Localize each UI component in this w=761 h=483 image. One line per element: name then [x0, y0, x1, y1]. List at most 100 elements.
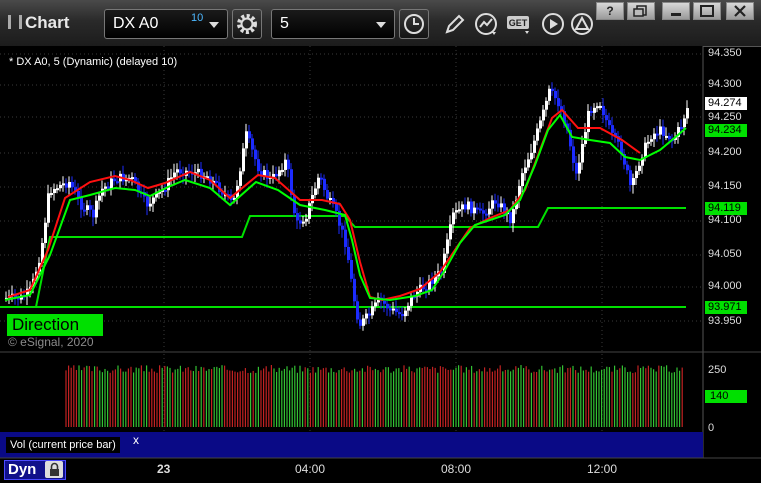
- study-label: * DX A0, 5 (Dynamic) (delayed 10): [9, 56, 178, 68]
- candle-body: [272, 173, 275, 177]
- candle-body: [548, 88, 551, 101]
- price-axis-tick: 93.950: [708, 315, 742, 327]
- candle-body: [92, 209, 95, 218]
- candle-body: [347, 246, 350, 260]
- candle-body: [62, 183, 65, 186]
- candle-body: [59, 184, 62, 189]
- candle-body: [482, 210, 485, 214]
- candle-body: [116, 181, 119, 184]
- volume-bars: [65, 365, 683, 427]
- candle-body: [329, 198, 332, 201]
- candle-body: [578, 162, 581, 174]
- candle-body: [584, 132, 587, 144]
- candle-body: [323, 178, 326, 190]
- candle-body: [653, 133, 656, 140]
- close-study-icon[interactable]: x: [133, 433, 139, 447]
- lock-icon[interactable]: [45, 461, 63, 478]
- candle-body: [536, 128, 539, 141]
- candle-body: [65, 183, 68, 188]
- candle-body: [659, 126, 662, 135]
- candle-body: [44, 222, 47, 243]
- candle-body: [179, 169, 182, 174]
- candle-body: [557, 98, 560, 107]
- time-axis-label: 23: [157, 462, 171, 476]
- price-chart[interactable]: [0, 0, 761, 481]
- price-axis-tick: 94.300: [708, 78, 742, 90]
- time-axis-label: 08:00: [441, 462, 472, 476]
- candle-body: [341, 225, 344, 230]
- candle-body: [56, 188, 59, 191]
- candle-body: [80, 196, 83, 210]
- candle-body: [365, 313, 368, 319]
- candle-body: [686, 108, 689, 119]
- candle-body: [374, 302, 377, 307]
- candle-body: [326, 189, 329, 199]
- candle-body: [68, 181, 71, 188]
- candle-body: [239, 171, 242, 186]
- candle-body: [407, 305, 410, 311]
- candle-body: [305, 218, 308, 222]
- candle-body: [302, 221, 305, 224]
- candle-body: [491, 200, 494, 209]
- price-axis-tick: 94.050: [708, 248, 742, 260]
- candle-body: [599, 105, 602, 108]
- candle-body: [173, 172, 176, 178]
- candle-body: [215, 180, 218, 183]
- candle-body: [248, 131, 251, 139]
- candle-body: [608, 120, 611, 126]
- candle-body: [308, 203, 311, 219]
- candle-body: [452, 212, 455, 225]
- volume-study-label[interactable]: Vol (current price bar): [6, 437, 120, 453]
- candle-body: [530, 152, 533, 160]
- candle-body: [320, 177, 323, 180]
- candle-body: [98, 195, 101, 201]
- candle-body: [107, 186, 110, 189]
- candle-body: [524, 167, 527, 174]
- candle-body: [77, 190, 80, 197]
- copyright-text: © eSignal, 2020: [8, 335, 94, 349]
- candle-body: [371, 306, 374, 316]
- candle-body: [242, 148, 245, 172]
- candle-body: [83, 209, 86, 212]
- candle-body: [656, 133, 659, 136]
- candle-body: [359, 319, 362, 326]
- candle-body: [554, 90, 557, 99]
- candle-body: [497, 203, 500, 208]
- candle-body: [299, 220, 302, 224]
- candle-body: [251, 138, 254, 150]
- candle-body: [404, 310, 407, 317]
- candle-body: [164, 189, 167, 192]
- candle-body: [605, 115, 608, 121]
- candle-body: [386, 303, 389, 309]
- candle-body: [476, 207, 479, 210]
- candle-body: [152, 197, 155, 204]
- candle-body: [683, 118, 686, 128]
- candle-body: [446, 239, 449, 254]
- candle-body: [593, 107, 596, 113]
- candle-body: [647, 141, 650, 144]
- fast-ma-price-tag: 94.234: [705, 124, 747, 137]
- candle-body: [368, 313, 371, 316]
- candle-body: [71, 181, 74, 188]
- candle-body: [494, 200, 497, 204]
- candle-body: [644, 142, 647, 158]
- candle-body: [89, 205, 92, 210]
- price-axis-tick: 94.350: [708, 47, 742, 59]
- candle-body: [398, 312, 401, 315]
- candle-body: [668, 135, 671, 140]
- candle-body: [257, 159, 260, 172]
- candle-body: [362, 318, 365, 326]
- candle-body: [314, 188, 317, 196]
- level-price-tag: 93.971: [705, 301, 747, 314]
- candle-body: [662, 126, 665, 136]
- candle-body: [245, 131, 248, 149]
- candle-body: [317, 177, 320, 189]
- candle-body: [296, 213, 299, 221]
- candle-body: [665, 135, 668, 138]
- candle-body: [449, 224, 452, 240]
- candle-body: [470, 201, 473, 214]
- candle-body: [284, 159, 287, 170]
- candle-body: [335, 204, 338, 211]
- candle-body: [287, 159, 290, 170]
- candle-body: [104, 186, 107, 189]
